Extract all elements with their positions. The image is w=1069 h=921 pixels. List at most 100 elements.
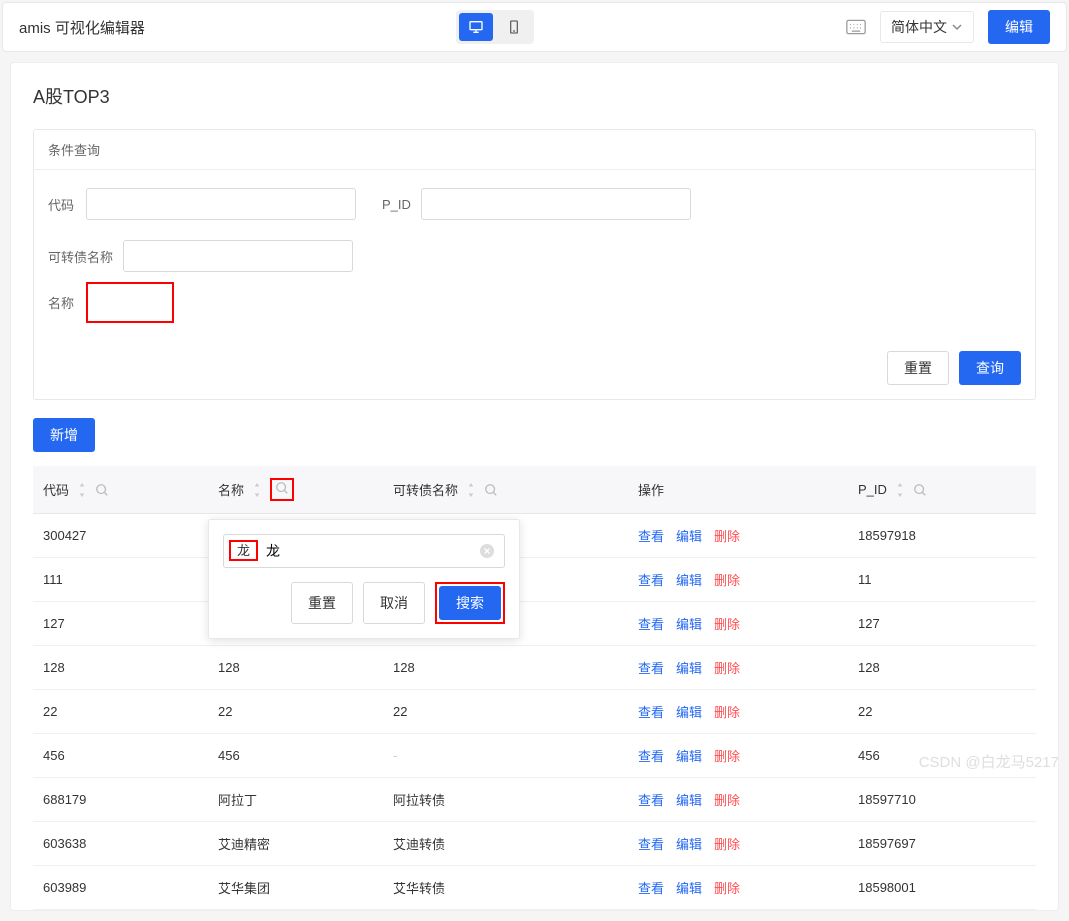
cell-code: 603638 <box>33 822 208 866</box>
table-row: 127查看编辑删除127 <box>33 602 1036 646</box>
row-view-link[interactable]: 查看 <box>638 705 664 720</box>
filter-name-label: 名称 <box>48 293 76 312</box>
row-edit-link[interactable]: 编辑 <box>676 529 702 544</box>
app-title: amis 可视化编辑器 <box>19 17 145 38</box>
cell-code: 111 <box>33 558 208 602</box>
row-delete-link[interactable]: 删除 <box>714 617 740 632</box>
cell-pid: 22 <box>848 690 1036 734</box>
main-panel: A股TOP3 条件查询 代码 P_ID 可转债名称 名称 <box>10 62 1059 911</box>
row-view-link[interactable]: 查看 <box>638 793 664 808</box>
row-view-link[interactable]: 查看 <box>638 881 664 896</box>
cell-code: 128 <box>33 646 208 690</box>
language-select[interactable]: 简体中文 <box>880 11 974 43</box>
cell-name: 128 <box>208 646 383 690</box>
mobile-icon <box>506 19 522 35</box>
row-edit-link[interactable]: 编辑 <box>676 793 702 808</box>
highlight-pop-value: 龙 <box>229 540 258 561</box>
cell-code: 603989 <box>33 866 208 910</box>
cell-bond: 22 <box>383 690 628 734</box>
row-delete-link[interactable]: 删除 <box>714 573 740 588</box>
row-delete-link[interactable]: 删除 <box>714 661 740 676</box>
filter-reset-button[interactable]: 重置 <box>887 351 949 385</box>
col-bond[interactable]: 可转债名称 <box>383 466 628 514</box>
popover-reset-button[interactable]: 重置 <box>291 582 353 624</box>
sort-icon <box>893 483 907 497</box>
cell-ops: 查看编辑删除 <box>628 778 848 822</box>
row-view-link[interactable]: 查看 <box>638 529 664 544</box>
sort-icon <box>250 483 264 497</box>
filter-code-label: 代码 <box>48 195 76 214</box>
cell-pid: 11 <box>848 558 1036 602</box>
table-row: 111查看编辑删除11 <box>33 558 1036 602</box>
cell-code: 456 <box>33 734 208 778</box>
cell-ops: 查看编辑删除 <box>628 822 848 866</box>
column-search-popover: 龙 重置 取消 搜索 <box>208 519 520 639</box>
row-edit-link[interactable]: 编辑 <box>676 661 702 676</box>
cell-code: 22 <box>33 690 208 734</box>
data-table: 代码 名称 <box>33 466 1036 910</box>
row-edit-link[interactable]: 编辑 <box>676 749 702 764</box>
row-view-link[interactable]: 查看 <box>638 617 664 632</box>
cell-name: 艾华集团 <box>208 866 383 910</box>
row-delete-link[interactable]: 删除 <box>714 881 740 896</box>
filter-panel: 条件查询 代码 P_ID 可转债名称 名称 <box>33 129 1036 400</box>
cell-pid: 128 <box>848 646 1036 690</box>
sort-icon <box>75 483 89 497</box>
add-button[interactable]: 新增 <box>33 418 95 452</box>
cell-name: 阿拉丁 <box>208 778 383 822</box>
edit-button[interactable]: 编辑 <box>988 10 1050 44</box>
filter-code-input[interactable] <box>86 188 356 220</box>
row-edit-link[interactable]: 编辑 <box>676 837 702 852</box>
clear-icon[interactable] <box>479 543 495 559</box>
filter-bond-input[interactable] <box>123 240 353 272</box>
search-icon[interactable] <box>275 481 289 495</box>
row-delete-link[interactable]: 删除 <box>714 837 740 852</box>
cell-bond: 128 <box>383 646 628 690</box>
col-name[interactable]: 名称 龙 <box>208 466 383 514</box>
column-search-input[interactable] <box>223 534 505 568</box>
cell-pid: 18597697 <box>848 822 1036 866</box>
row-delete-link[interactable]: 删除 <box>714 749 740 764</box>
device-desktop-button[interactable] <box>459 13 493 41</box>
col-pid[interactable]: P_ID <box>848 466 1036 514</box>
cell-bond: 艾华转债 <box>383 866 628 910</box>
row-edit-link[interactable]: 编辑 <box>676 573 702 588</box>
row-view-link[interactable]: 查看 <box>638 749 664 764</box>
cell-code: 127 <box>33 602 208 646</box>
row-delete-link[interactable]: 删除 <box>714 529 740 544</box>
device-switcher <box>456 10 534 44</box>
search-icon[interactable] <box>95 483 109 497</box>
row-edit-link[interactable]: 编辑 <box>676 881 702 896</box>
device-mobile-button[interactable] <box>497 13 531 41</box>
highlight-name-search <box>270 478 294 501</box>
row-edit-link[interactable]: 编辑 <box>676 705 702 720</box>
cell-pid: 18597710 <box>848 778 1036 822</box>
table-row: 300427查看编辑删除18597918 <box>33 514 1036 558</box>
watermark: CSDN @白龙马5217 <box>919 751 1059 772</box>
highlight-name-input <box>86 282 174 323</box>
row-view-link[interactable]: 查看 <box>638 837 664 852</box>
row-view-link[interactable]: 查看 <box>638 573 664 588</box>
search-icon[interactable] <box>484 483 498 497</box>
popover-cancel-button[interactable]: 取消 <box>363 582 425 624</box>
cell-bond: 艾迪转债 <box>383 822 628 866</box>
filter-pid-input[interactable] <box>421 188 691 220</box>
keyboard-icon[interactable] <box>846 19 866 35</box>
popover-search-button[interactable]: 搜索 <box>439 586 501 620</box>
filter-query-button[interactable]: 查询 <box>959 351 1021 385</box>
cell-bond: - <box>383 734 628 778</box>
filter-bond-label: 可转债名称 <box>48 247 113 266</box>
cell-ops: 查看编辑删除 <box>628 558 848 602</box>
search-icon[interactable] <box>913 483 927 497</box>
cell-ops: 查看编辑删除 <box>628 514 848 558</box>
row-edit-link[interactable]: 编辑 <box>676 617 702 632</box>
row-delete-link[interactable]: 删除 <box>714 705 740 720</box>
col-code[interactable]: 代码 <box>33 466 208 514</box>
table-row: 222222查看编辑删除22 <box>33 690 1036 734</box>
cell-code: 688179 <box>33 778 208 822</box>
cell-name: 456 <box>208 734 383 778</box>
row-view-link[interactable]: 查看 <box>638 661 664 676</box>
chevron-down-icon <box>951 21 963 33</box>
filter-name: 名称 <box>48 282 368 323</box>
row-delete-link[interactable]: 删除 <box>714 793 740 808</box>
